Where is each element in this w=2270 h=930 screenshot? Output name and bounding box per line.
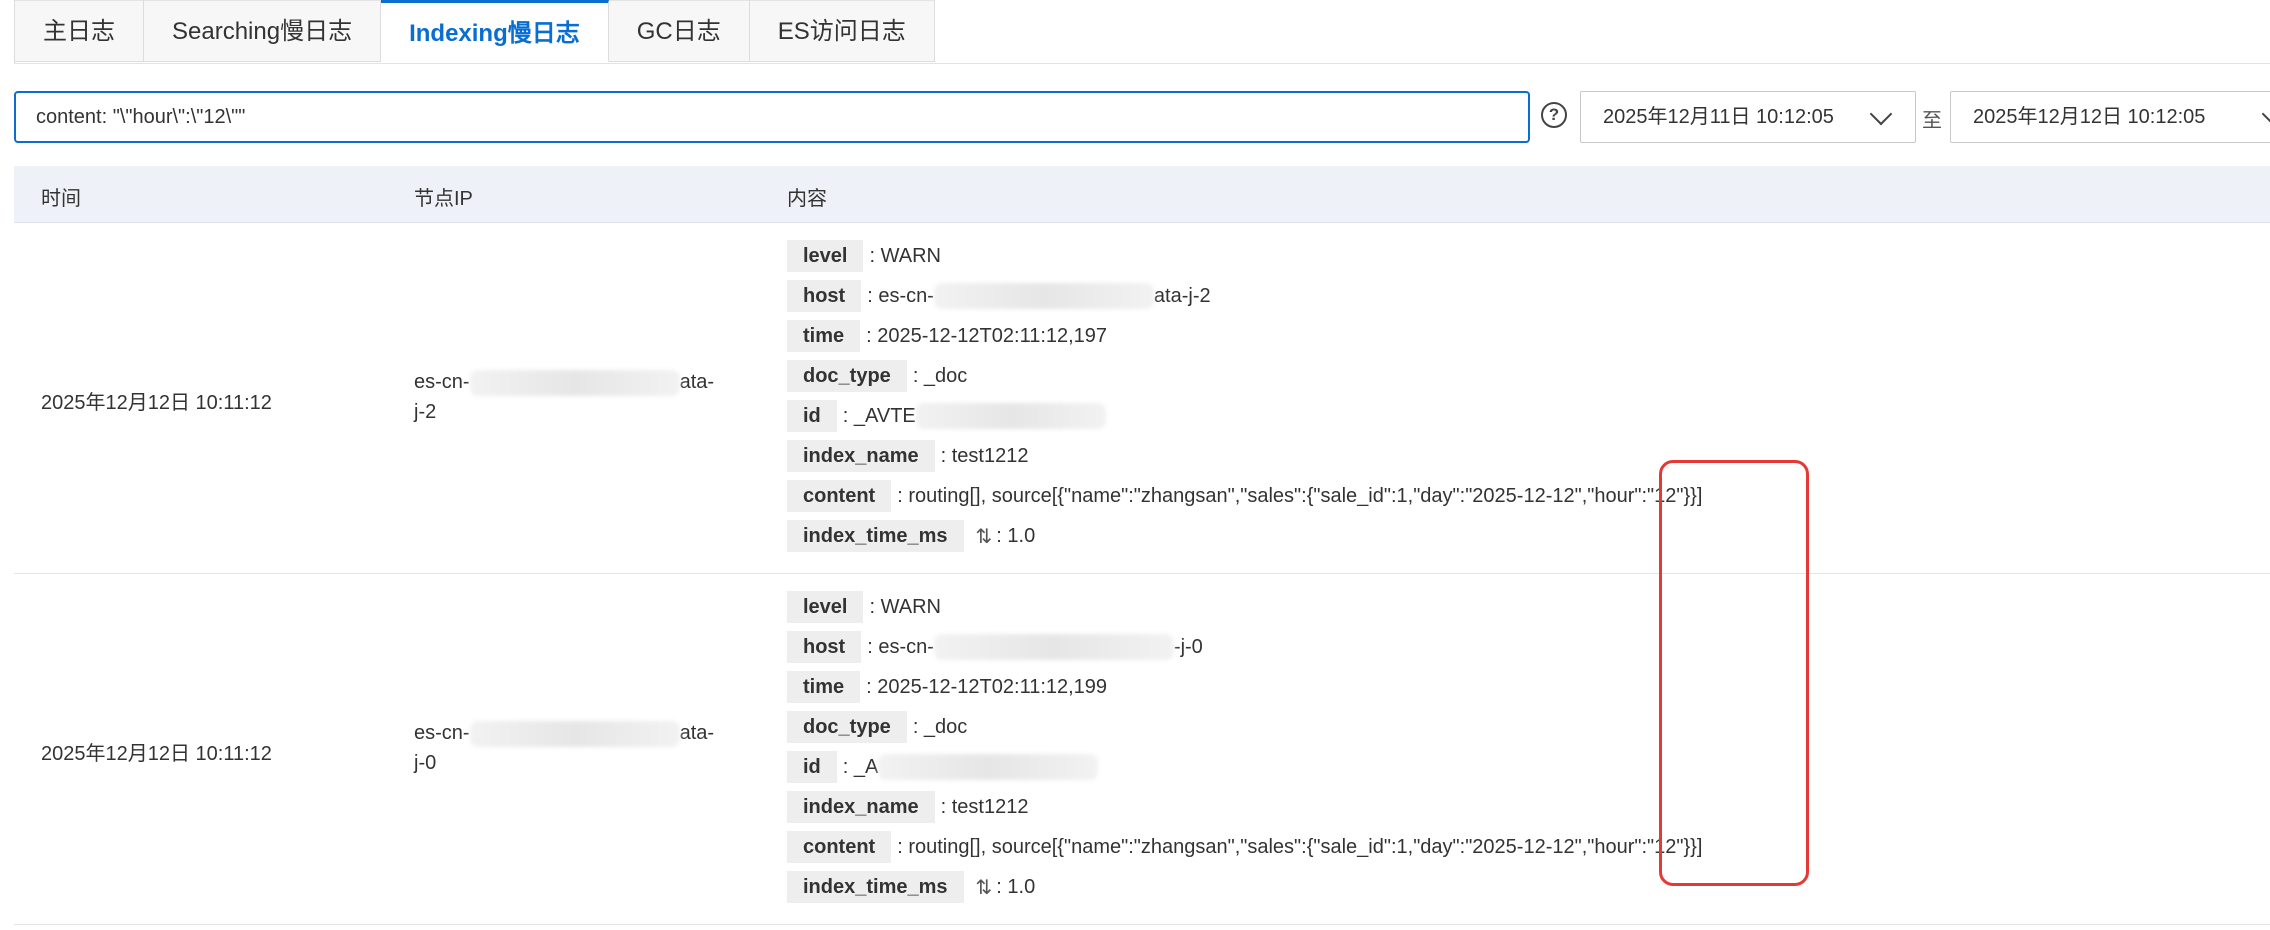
field-value: : 1.0 bbox=[996, 875, 1036, 898]
field-doc-type: doc_type: _doc bbox=[787, 707, 1702, 747]
field-value: : test1212 bbox=[940, 795, 1029, 818]
field-key: id bbox=[787, 751, 837, 783]
tab-searching-slow-log[interactable]: Searching慢日志 bbox=[144, 0, 382, 62]
field-value: : routing[], source[{"name":"zhangsan","… bbox=[897, 835, 1703, 858]
field-key: index_name bbox=[787, 440, 935, 472]
start-date-picker[interactable]: 2025年12月11日 10:12:05 bbox=[1580, 91, 1916, 143]
field-value: : WARN bbox=[869, 244, 941, 267]
tabs-divider bbox=[14, 63, 2270, 64]
field-key: doc_type bbox=[787, 711, 907, 743]
field-index-name: index_name: test1212 bbox=[787, 787, 1702, 827]
node-ip-line2: j-0 bbox=[414, 752, 437, 774]
field-value: : WARN bbox=[869, 595, 941, 618]
field-key: level bbox=[787, 240, 864, 272]
field-key: index_time_ms bbox=[787, 520, 964, 552]
field-value: : es-cn- bbox=[867, 635, 934, 658]
field-host: host: es-cn-ata-j-2 bbox=[787, 276, 1702, 316]
highlight-annotation-box bbox=[1659, 460, 1809, 886]
field-level: level: WARN bbox=[787, 236, 1702, 276]
redacted-blur bbox=[915, 403, 1106, 429]
chevron-down-icon bbox=[1869, 102, 1893, 126]
field-key: time bbox=[787, 671, 861, 703]
field-value: : es-cn- bbox=[867, 284, 934, 307]
field-value: : _A bbox=[842, 755, 879, 778]
field-doc-type: doc_type: _doc bbox=[787, 356, 1702, 396]
field-value: : _AVTE bbox=[842, 404, 916, 427]
log-fields: level: WARN host: es-cn-ata-j-2 time: 20… bbox=[787, 236, 1702, 556]
field-value: : 2025-12-12T02:11:12,197 bbox=[866, 324, 1108, 347]
row-node-ip: es-cn-ata- j-2 bbox=[414, 367, 744, 427]
redacted-blur bbox=[933, 634, 1174, 660]
field-content: content: routing[], source[{"name":"zhan… bbox=[787, 476, 1702, 516]
field-value: : routing[], source[{"name":"zhangsan","… bbox=[897, 484, 1703, 507]
log-fields: level: WARN host: es-cn- -j-0 time: 2025-… bbox=[787, 587, 1702, 907]
field-key: host bbox=[787, 280, 862, 312]
field-index-time-ms: index_time_ms ⇅: 1.0 bbox=[787, 516, 1702, 556]
sort-icon[interactable]: ⇅ bbox=[976, 524, 993, 549]
field-index-time-ms: index_time_ms ⇅: 1.0 bbox=[787, 867, 1702, 907]
tab-indexing-slow-log[interactable]: Indexing慢日志 bbox=[381, 0, 609, 62]
end-date-picker[interactable]: 2025年12月12日 10:12:05 bbox=[1950, 91, 2270, 143]
help-icon[interactable]: ? bbox=[1541, 102, 1567, 128]
table-row: 2025年12月12日 10:11:12 es-cn-ata- j-0 leve… bbox=[14, 574, 2270, 925]
field-value: : test1212 bbox=[940, 444, 1029, 467]
redacted-blur bbox=[469, 720, 680, 747]
column-header-content: 内容 bbox=[787, 188, 827, 210]
row-time: 2025年12月12日 10:11:12 bbox=[41, 392, 272, 414]
tab-main-log[interactable]: 主日志 bbox=[15, 0, 144, 62]
log-tabs: 主日志 Searching慢日志 Indexing慢日志 GC日志 ES访问日志 bbox=[14, 0, 935, 64]
field-key: level bbox=[787, 591, 864, 623]
field-value-suffix: ata-j-2 bbox=[1153, 284, 1211, 307]
field-key: content bbox=[787, 480, 892, 512]
node-ip-line2: j-2 bbox=[414, 401, 437, 423]
field-level: level: WARN bbox=[787, 587, 1702, 627]
start-date-value: 2025年12月11日 10:12:05 bbox=[1603, 106, 1834, 128]
table-header: 时间 节点IP 内容 bbox=[14, 166, 2270, 223]
redacted-blur bbox=[933, 283, 1154, 309]
column-header-node-ip: 节点IP bbox=[414, 188, 473, 210]
search-query-input[interactable] bbox=[14, 91, 1530, 143]
node-ip-suffix: ata- bbox=[679, 371, 715, 393]
node-ip-prefix: es-cn- bbox=[414, 722, 470, 744]
date-range-separator: 至 bbox=[1922, 110, 1942, 132]
field-value: : 1.0 bbox=[996, 524, 1036, 547]
tab-es-access-log[interactable]: ES访问日志 bbox=[749, 0, 935, 62]
field-time: time: 2025-12-12T02:11:12,197 bbox=[787, 316, 1702, 356]
field-value: : 2025-12-12T02:11:12,199 bbox=[866, 675, 1108, 698]
field-id: id: _AVTE bbox=[787, 396, 1702, 436]
end-date-value: 2025年12月12日 10:12:05 bbox=[1973, 106, 2206, 128]
row-time: 2025年12月12日 10:11:12 bbox=[41, 743, 272, 765]
field-key: doc_type bbox=[787, 360, 907, 392]
field-index-name: index_name: test1212 bbox=[787, 436, 1702, 476]
table-row: 2025年12月12日 10:11:12 es-cn-ata- j-2 leve… bbox=[14, 223, 2270, 574]
sort-icon[interactable]: ⇅ bbox=[976, 875, 993, 900]
column-header-time: 时间 bbox=[41, 188, 81, 210]
field-value: : _doc bbox=[912, 364, 968, 387]
field-id: id: _A bbox=[787, 747, 1702, 787]
chevron-down-icon bbox=[2261, 102, 2270, 126]
node-ip-suffix: ata- bbox=[679, 722, 715, 744]
tab-gc-log[interactable]: GC日志 bbox=[608, 0, 750, 62]
field-key: id bbox=[787, 400, 837, 432]
row-node-ip: es-cn-ata- j-0 bbox=[414, 718, 744, 778]
field-value-suffix: -j-0 bbox=[1173, 635, 1203, 658]
redacted-blur bbox=[878, 754, 1099, 780]
field-time: time: 2025-12-12T02:11:12,199 bbox=[787, 667, 1702, 707]
field-content: content: routing[], source[{"name":"zhan… bbox=[787, 827, 1702, 867]
node-ip-prefix: es-cn- bbox=[414, 371, 470, 393]
field-key: index_name bbox=[787, 791, 935, 823]
field-key: content bbox=[787, 831, 892, 863]
field-key: index_time_ms bbox=[787, 871, 964, 903]
field-host: host: es-cn- -j-0 bbox=[787, 627, 1702, 667]
redacted-blur bbox=[469, 369, 680, 396]
field-value: : _doc bbox=[912, 715, 968, 738]
field-key: host bbox=[787, 631, 862, 663]
field-key: time bbox=[787, 320, 861, 352]
